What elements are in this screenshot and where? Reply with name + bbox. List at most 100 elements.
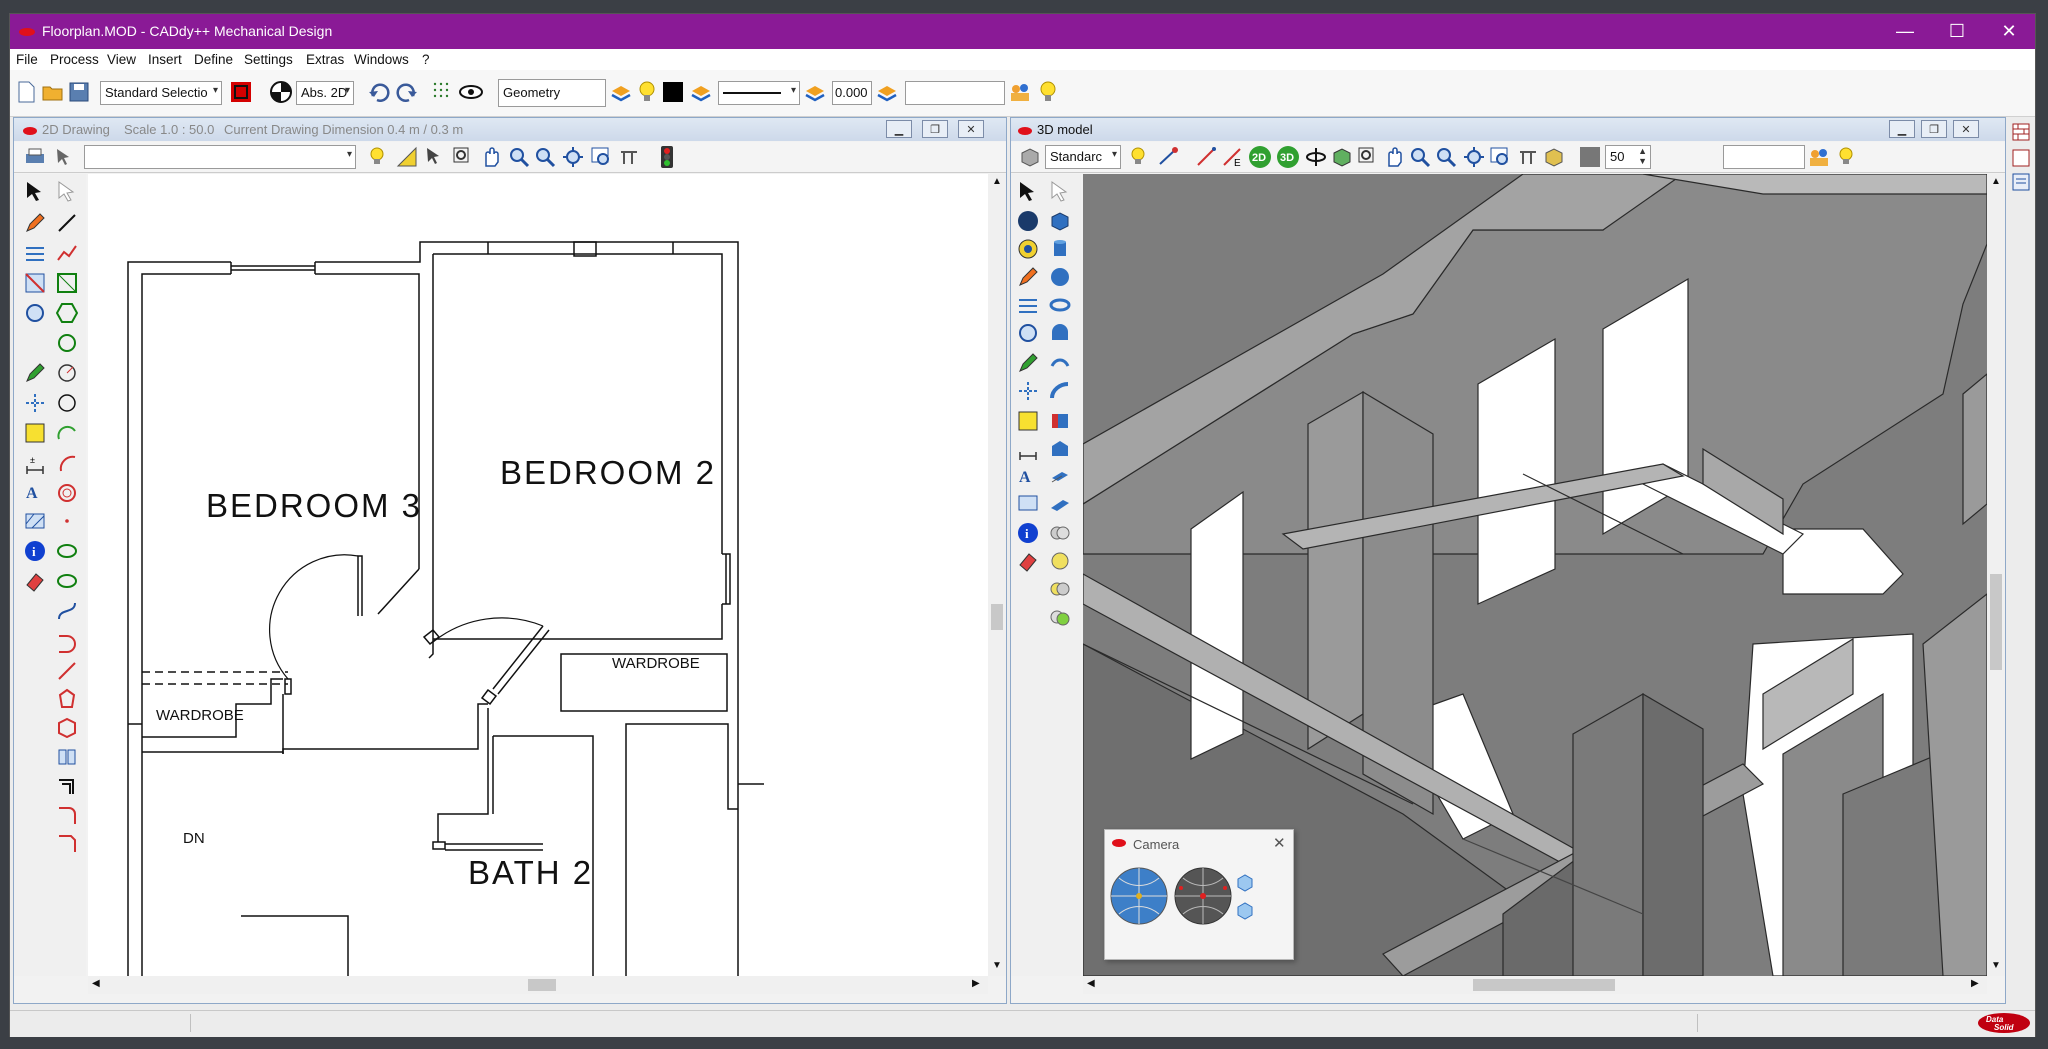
grid-icon[interactable] (430, 79, 456, 105)
shading-box-icon[interactable] (1541, 144, 1567, 170)
pane-restore-button[interactable]: ❐ (1921, 120, 1947, 138)
plate-icon[interactable] (1047, 492, 1073, 518)
layer-stack-icon[interactable] (802, 79, 828, 105)
scroll-down-icon[interactable]: ▼ (1991, 960, 2001, 971)
select-arrow-icon[interactable] (22, 178, 48, 204)
camera-orbit-globe[interactable] (1109, 866, 1169, 929)
snap-point-icon[interactable] (22, 420, 48, 446)
scroll-right-icon[interactable]: ▶ (1971, 978, 1979, 989)
list-panel-icon[interactable] (2010, 171, 2032, 193)
snap-3d-icon[interactable] (1155, 144, 1181, 170)
mirror-icon[interactable] (54, 744, 80, 770)
info-icon[interactable]: i (22, 538, 48, 564)
point-icon[interactable] (54, 508, 80, 534)
drawing-2d-vertical-scrollbar[interactable]: ▲ ▼ (988, 174, 1006, 976)
dimension-icon[interactable]: ± (22, 450, 48, 476)
hatch-icon[interactable] (1015, 490, 1041, 516)
redo-icon[interactable] (394, 79, 420, 105)
camera-reset-cube-icon[interactable] (1235, 900, 1255, 923)
menu-settings[interactable]: Settings (244, 52, 293, 67)
color-picker-icon[interactable] (228, 79, 254, 105)
hexagon-icon[interactable] (54, 300, 80, 326)
pipe-icon[interactable] (1047, 378, 1073, 404)
selection-mode-select[interactable]: Standard Selectio ▾ (100, 81, 222, 105)
spheres-union-icon[interactable] (1047, 576, 1073, 602)
light-bulb-icon[interactable] (634, 79, 660, 105)
extrude-icon[interactable] (1047, 464, 1073, 490)
arc-3point-icon[interactable] (54, 420, 80, 446)
polyline-icon[interactable] (54, 240, 80, 266)
pane-close-button[interactable]: ✕ (1953, 120, 1979, 138)
view-cube-icon[interactable] (1017, 144, 1043, 170)
open-folder-icon[interactable] (40, 79, 66, 105)
light-bulb-icon[interactable] (1125, 144, 1151, 170)
menu-process[interactable]: Process (50, 52, 99, 67)
light-bulb-icon[interactable] (364, 144, 390, 170)
scroll-left-icon[interactable]: ◀ (1087, 978, 1095, 989)
palette-icon[interactable] (1015, 236, 1041, 262)
orbit-icon[interactable] (1303, 144, 1329, 170)
info-icon[interactable]: i (1015, 520, 1041, 546)
cylinder-icon[interactable] (1047, 236, 1073, 262)
box-solid-icon[interactable] (1047, 208, 1073, 234)
coord-mode-select[interactable]: Abs. 2D ▾ (296, 81, 354, 105)
select-arrow-light-icon[interactable] (54, 178, 80, 204)
hatch-icon[interactable] (22, 508, 48, 534)
line-width-field[interactable]: 0.000 (832, 81, 872, 105)
pan-hand-icon[interactable] (1381, 144, 1407, 170)
redraw-icon[interactable] (616, 144, 642, 170)
ring-icon[interactable] (54, 480, 80, 506)
green-pencil-icon[interactable] (1015, 350, 1041, 376)
rectangle-diagonal-icon[interactable] (54, 270, 80, 296)
sweep-icon[interactable] (1047, 350, 1073, 376)
pencil-icon[interactable] (22, 210, 48, 236)
green-pencil-icon[interactable] (22, 360, 48, 386)
layer-stack-icon[interactable] (688, 79, 714, 105)
pane-minimize-button[interactable]: ▁ (886, 120, 912, 138)
color-swatch-icon[interactable] (1577, 144, 1603, 170)
model-3d-extra-field[interactable] (1723, 145, 1805, 169)
zoom-all-icon[interactable] (560, 144, 586, 170)
cap-icon[interactable] (1047, 320, 1073, 346)
maximize-button[interactable]: ☐ (1931, 14, 1983, 49)
save-icon[interactable] (66, 79, 92, 105)
view-2d-button[interactable]: 2D (1247, 144, 1273, 170)
tip-bulb-icon[interactable] (1035, 79, 1061, 105)
scroll-thumb[interactable] (528, 979, 556, 991)
tip-bulb-icon[interactable] (1833, 144, 1859, 170)
polygon-circle-icon[interactable] (54, 330, 80, 356)
modify-tool-icon[interactable] (1015, 292, 1041, 318)
zoom-window-icon[interactable] (450, 144, 476, 170)
layer-stack-icon[interactable] (608, 79, 634, 105)
model-3d-horizontal-scrollbar[interactable]: ◀ ▶ (1083, 976, 1987, 994)
rotate-icon[interactable] (1015, 320, 1041, 346)
scroll-thumb[interactable] (991, 604, 1003, 630)
drawing-2d-horizontal-scrollbar[interactable]: ◀ ▶ (88, 976, 988, 994)
scroll-thumb[interactable] (1473, 979, 1615, 991)
scroll-right-icon[interactable]: ▶ (972, 978, 980, 989)
fillet-icon[interactable] (54, 630, 80, 656)
traffic-light-icon[interactable] (654, 144, 680, 170)
modify-tool-icon[interactable] (22, 240, 48, 266)
scroll-left-icon[interactable]: ◀ (92, 978, 100, 989)
new-file-icon[interactable] (13, 79, 39, 105)
pan-hand-icon[interactable] (478, 144, 504, 170)
scroll-up-icon[interactable]: ▲ (992, 176, 1002, 187)
zoom-all-icon[interactable] (1461, 144, 1487, 170)
zoom-window-icon[interactable] (1355, 144, 1381, 170)
dimension-icon[interactable] (1015, 436, 1041, 462)
zoom-out-icon[interactable] (1433, 144, 1459, 170)
users-icon[interactable] (1807, 144, 1833, 170)
spheres-yellow-icon[interactable] (1047, 548, 1073, 574)
corner-icon[interactable] (54, 802, 80, 828)
text-icon[interactable]: A (22, 480, 48, 506)
flag-solid-icon[interactable] (1047, 408, 1073, 434)
torus-icon[interactable] (1047, 292, 1073, 318)
offset-icon[interactable] (54, 774, 80, 800)
select-arrow-light-icon[interactable] (1047, 178, 1073, 204)
zoom-in-icon[interactable] (1407, 144, 1433, 170)
redraw-icon[interactable] (1515, 144, 1541, 170)
model-3d-vertical-scrollbar[interactable]: ▲ ▼ (1987, 174, 2005, 976)
line-style-select[interactable]: ▾ (718, 81, 800, 105)
zoom-previous-icon[interactable] (1487, 144, 1513, 170)
